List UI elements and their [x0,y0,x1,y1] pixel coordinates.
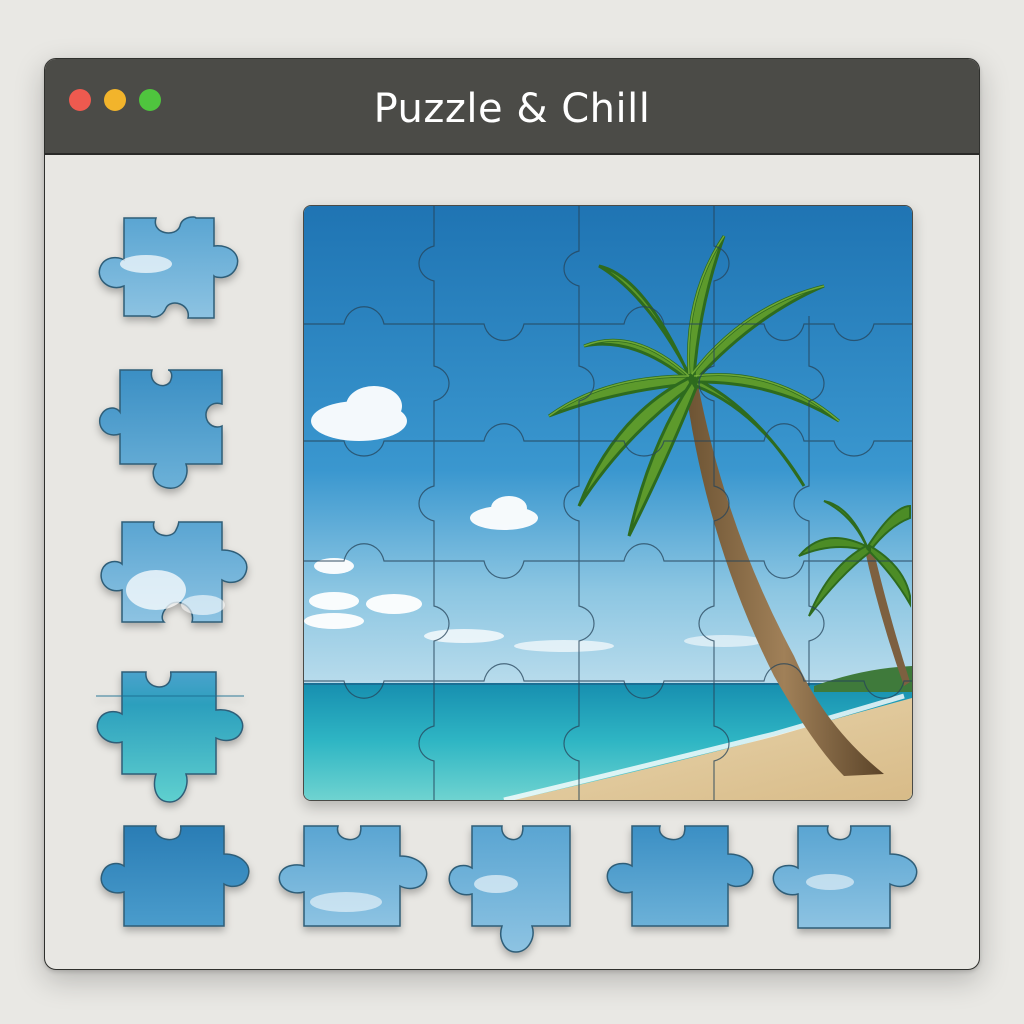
puzzle-piece-6[interactable] [276,824,430,928]
puzzle-piece-9[interactable] [770,824,920,930]
puzzle-piece-3[interactable] [98,520,250,624]
puzzle-piece-7[interactable] [446,824,574,954]
title-bar: Puzzle & Chill [45,59,979,155]
puzzle-piece-5[interactable] [98,824,252,928]
puzzle-board[interactable] [303,205,913,801]
puzzle-piece-2[interactable] [98,368,226,492]
window-title: Puzzle & Chill [373,86,651,132]
puzzle-piece-8[interactable] [604,824,756,928]
puzzle-image [304,206,912,800]
puzzle-piece-4[interactable] [94,670,246,806]
puzzle-piece-1[interactable] [96,216,242,320]
